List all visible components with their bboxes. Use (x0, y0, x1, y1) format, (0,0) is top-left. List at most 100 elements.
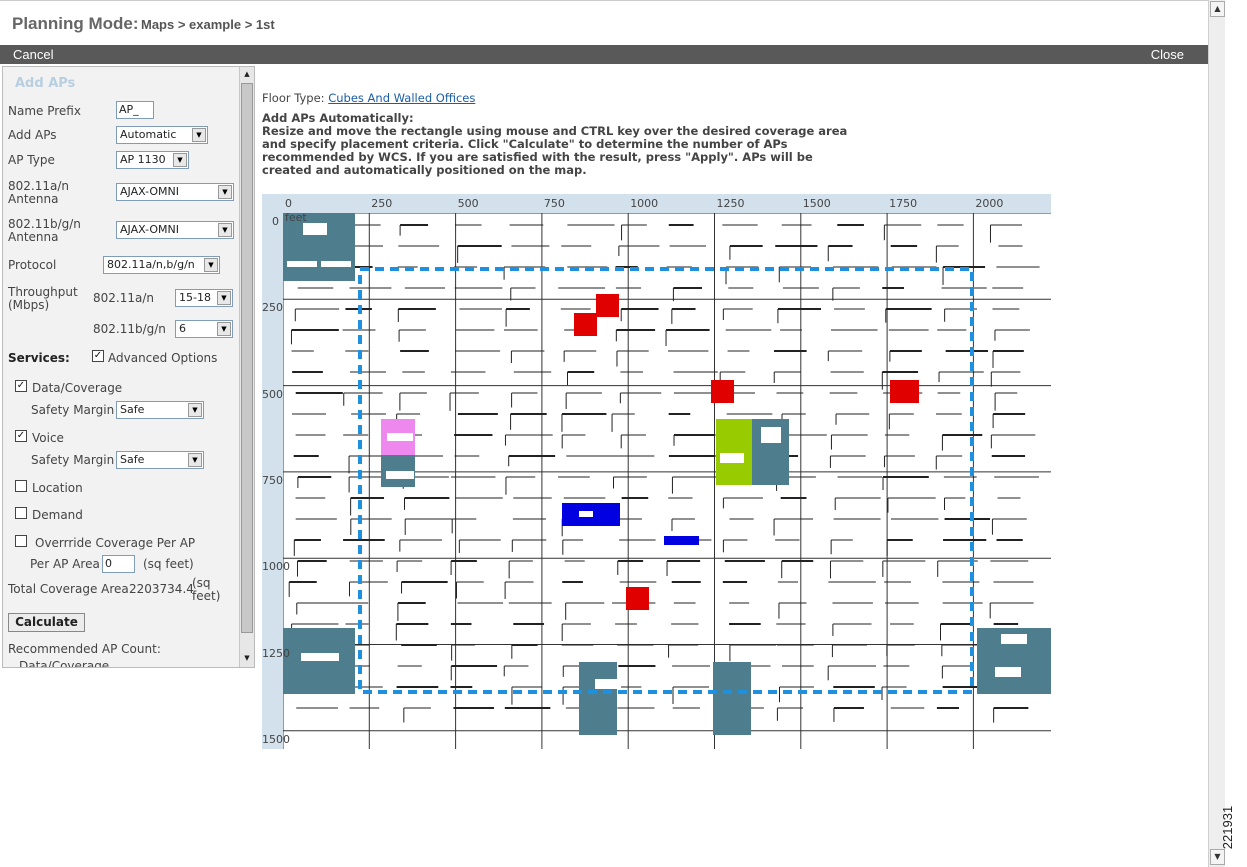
sq-feet-label: (sq feet) (143, 557, 194, 571)
x-tick-label: 1250 (716, 197, 745, 210)
antenna-a-select[interactable]: AJAX-OMNI ▼ (116, 183, 234, 201)
close-link[interactable]: Close (1151, 47, 1184, 62)
antenna-bg-label: 802.11b/g/n (8, 217, 81, 231)
name-prefix-label: Name Prefix (8, 104, 81, 118)
x-tick-label: 1000 (630, 197, 659, 210)
per-ap-area-input[interactable]: 0 (102, 555, 135, 573)
data-safety-margin-label: Safety Margin (31, 403, 115, 417)
voice-safety-margin-select[interactable]: Safe ▼ (116, 451, 204, 469)
throughput-label: Throughput (8, 285, 78, 299)
action-bar: Cancel Close (0, 45, 1208, 64)
location-checkbox[interactable] (15, 480, 27, 492)
page-title: Planning Mode: (12, 14, 139, 33)
chevron-down-icon: ▼ (204, 258, 218, 272)
title-bar: Planning Mode: Maps > example > 1st (0, 0, 1208, 45)
ap-marker (890, 380, 919, 403)
instruction-line-3: recommended by WCS. If you are satisfied… (262, 150, 813, 164)
protocol-select[interactable]: 802.11a/n,b/g/n ▼ (103, 256, 220, 274)
ap-marker (596, 294, 619, 317)
override-coverage-checkbox[interactable] (15, 535, 27, 547)
ap-label (579, 511, 593, 517)
ap-marker (664, 536, 699, 545)
chevron-down-icon: ▼ (217, 322, 231, 336)
total-coverage-unit: (sq (192, 576, 211, 590)
add-aps-select[interactable]: Automatic ▼ (116, 126, 208, 144)
floor-type-row: Floor Type: Cubes And Walled Offices (262, 91, 475, 105)
scroll-thumb[interactable] (241, 83, 253, 633)
ap-marker (716, 419, 752, 485)
voice-checkbox[interactable]: ✓ (15, 430, 27, 442)
total-coverage-label: Total Coverage Area (8, 582, 129, 596)
block-label (321, 261, 351, 267)
voice-safety-margin-label: Safety Margin (31, 453, 115, 467)
x-tick-label: 1500 (802, 197, 831, 210)
calculate-button[interactable]: Calculate (8, 613, 85, 632)
floor-type-label: Floor Type: (262, 91, 325, 105)
ap-label (387, 433, 413, 441)
y-tick-label: 1250 (262, 646, 290, 660)
instruction-line-4: created and automatically positioned on … (262, 163, 587, 177)
data-safety-margin-select[interactable]: Safe ▼ (116, 401, 204, 419)
x-tick-label: 2000 (975, 197, 1004, 210)
per-ap-area-label: Per AP Area (30, 557, 100, 571)
recommended-count-label: Recommended AP Count: (8, 642, 161, 656)
location-label: Location (32, 481, 83, 495)
document-id: 221931 (1220, 805, 1236, 850)
total-coverage-value: 2203734.4 (129, 582, 194, 596)
breadcrumb: Maps > example > 1st (141, 17, 275, 32)
throughput-unit-label: (Mbps) (8, 298, 50, 312)
block-label (595, 679, 621, 689)
window-scrollbar[interactable]: ▲ ▼ (1208, 0, 1225, 867)
ap-type-label: AP Type (8, 153, 55, 167)
recommended-data-coverage: Data/Coverage (19, 659, 110, 668)
chevron-down-icon: ▼ (192, 128, 206, 142)
x-tick-label: 0 (285, 197, 292, 210)
structure-block (713, 662, 751, 735)
throughput-a-select[interactable]: 15-18 ▼ (175, 289, 233, 307)
x-tick-label: 250 (371, 197, 393, 210)
chevron-down-icon: ▼ (218, 185, 232, 199)
ap-marker (711, 380, 734, 403)
y-tick-label: 250 (262, 301, 283, 315)
y-tick-label: 1500 (262, 732, 290, 746)
antenna-bg-label-2: Antenna (8, 230, 59, 244)
data-coverage-checkbox[interactable]: ✓ (15, 380, 27, 392)
x-tick-label: 1750 (889, 197, 918, 210)
name-prefix-input[interactable]: AP_ (116, 101, 154, 119)
ap-type-select[interactable]: AP 1130 ▼ (116, 151, 189, 169)
block-label (303, 223, 327, 235)
chevron-down-icon: ▼ (188, 453, 202, 467)
floor-plan-svg (283, 213, 1051, 749)
throughput-bg-select[interactable]: 6 ▼ (175, 320, 233, 338)
section-title: Add APs (15, 76, 76, 91)
scroll-up-icon[interactable]: ▲ (241, 68, 253, 82)
cancel-link[interactable]: Cancel (13, 47, 53, 62)
y-tick-label: 1000 (262, 560, 290, 574)
floor-type-link[interactable]: Cubes And Walled Offices (328, 91, 475, 105)
structure-block (579, 662, 617, 735)
floor-map: 0 250 500 750 1000 1250 1500 1750 2000 0 250 500 750… (262, 194, 1051, 749)
antenna-a-label: 802.11a/n (8, 179, 69, 193)
chevron-down-icon: ▼ (188, 403, 202, 417)
scroll-down-icon[interactable]: ▼ (1210, 849, 1225, 865)
advanced-options-checkbox[interactable]: ✓ (92, 350, 104, 362)
throughput-bg-label: 802.11b/g/n (93, 322, 166, 336)
floor-plan[interactable] (283, 213, 1051, 749)
scroll-down-icon[interactable]: ▼ (241, 652, 253, 666)
panel-scrollbar[interactable]: ▲ ▼ (239, 67, 254, 667)
scroll-up-icon[interactable]: ▲ (1210, 1, 1225, 17)
y-tick-label: 750 (262, 473, 283, 487)
block-label (995, 667, 1021, 677)
chevron-down-icon: ▼ (173, 153, 187, 167)
add-aps-heading: Add APs Automatically: (262, 111, 414, 125)
ap-marker (626, 587, 649, 610)
ap-label (720, 453, 744, 463)
demand-label: Demand (32, 508, 83, 522)
block-label (287, 261, 317, 267)
demand-checkbox[interactable] (15, 507, 27, 519)
structure-block (381, 454, 415, 487)
block-label (301, 653, 339, 661)
advanced-options-label: Advanced Options (108, 351, 218, 365)
voice-label: Voice (32, 431, 64, 445)
antenna-bg-select[interactable]: AJAX-OMNI ▼ (116, 221, 234, 239)
